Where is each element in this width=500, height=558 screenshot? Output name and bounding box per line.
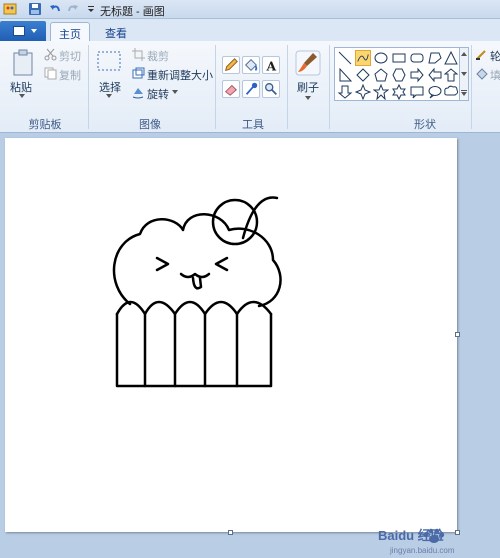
- rotate-button[interactable]: 旋转: [147, 86, 169, 102]
- group-divider: [215, 45, 216, 129]
- outline-icon: [476, 50, 486, 60]
- shapes-scrollbar[interactable]: [459, 47, 469, 101]
- brush-icon[interactable]: [295, 50, 321, 76]
- group-label-shapes: 形状: [414, 119, 436, 131]
- ribbon: 粘贴 剪切 复制 剪贴板 选择 裁剪 重新调整大小 旋转 图像 A 工具 刷子 …: [0, 41, 500, 133]
- resize-icon: [132, 67, 145, 79]
- shape-five-point-star-icon[interactable]: [373, 84, 389, 100]
- tongue: [191, 276, 203, 290]
- brushes-button[interactable]: 刷子: [297, 79, 319, 95]
- shapes-gallery: [334, 47, 460, 101]
- cherry: [211, 198, 259, 246]
- pencil-icon[interactable]: [222, 56, 240, 74]
- drawing-canvas[interactable]: [5, 138, 457, 532]
- cup-body: [115, 312, 273, 388]
- shape-fill-button[interactable]: 填: [490, 67, 500, 83]
- right-eye: [214, 256, 229, 272]
- shape-up-arrow-icon[interactable]: [443, 67, 459, 83]
- chevron-down-icon[interactable]: [172, 90, 178, 94]
- shape-polygon-icon[interactable]: [427, 50, 443, 66]
- left-eye: [155, 256, 170, 272]
- copy-button[interactable]: 复制: [59, 67, 81, 83]
- shape-down-arrow-icon[interactable]: [337, 84, 353, 100]
- cut-button[interactable]: 剪切: [59, 48, 81, 64]
- shape-outline-button[interactable]: 轮: [490, 48, 500, 64]
- group-divider: [471, 45, 472, 129]
- svg-text:A: A: [266, 58, 277, 73]
- color-picker-icon[interactable]: [242, 80, 260, 98]
- cup-top: [115, 300, 273, 316]
- rotate-icon: [132, 88, 144, 99]
- shape-hexagon-icon[interactable]: [391, 67, 407, 83]
- eraser-icon[interactable]: [222, 80, 240, 98]
- file-menu-icon: [13, 26, 25, 36]
- tab-view[interactable]: 查看: [96, 22, 136, 41]
- shape-pentagon-icon[interactable]: [373, 67, 389, 83]
- resize-button[interactable]: 重新调整大小: [147, 67, 213, 83]
- shape-right-arrow-icon[interactable]: [409, 67, 425, 83]
- shape-four-point-star-icon[interactable]: [355, 84, 371, 100]
- window-title: 无标题 - 画图: [100, 6, 165, 18]
- baidu-logo: Baidu 经验: [378, 528, 445, 543]
- text-tool-icon[interactable]: A: [262, 56, 280, 74]
- group-divider: [287, 45, 288, 129]
- shape-rectangle-icon[interactable]: [391, 50, 407, 66]
- shape-triangle-icon[interactable]: [443, 50, 459, 66]
- shape-rect-callout-icon[interactable]: [409, 84, 425, 100]
- select-icon[interactable]: [96, 50, 122, 74]
- paste-icon[interactable]: [12, 49, 34, 77]
- cupcake-drawing: [112, 196, 282, 388]
- fill-icon: [476, 68, 488, 80]
- shape-rounded-rectangle-icon[interactable]: [409, 50, 425, 66]
- shape-left-arrow-icon[interactable]: [427, 67, 443, 83]
- resize-handle-bottom[interactable]: [228, 530, 233, 535]
- baidu-watermark: Baidu 经验 jingyan.baidu.com: [376, 522, 498, 556]
- fill-bucket-icon[interactable]: [242, 56, 260, 74]
- copy-icon: [44, 67, 57, 80]
- shape-diamond-icon[interactable]: [355, 67, 371, 83]
- scroll-up-icon[interactable]: [461, 52, 467, 56]
- ribbon-tab-row: 主页 查看: [0, 19, 500, 41]
- undo-icon[interactable]: [48, 2, 62, 16]
- group-label-tools: 工具: [242, 119, 264, 131]
- shape-cloud-callout-icon[interactable]: [443, 84, 459, 100]
- shape-line-icon[interactable]: [337, 50, 353, 66]
- group-label-clipboard: 剪贴板: [28, 119, 62, 131]
- watermark-text: Baidu 经验: [378, 528, 445, 543]
- chevron-down-icon: [31, 29, 37, 33]
- tab-home[interactable]: 主页: [50, 22, 90, 41]
- scissors-icon: [44, 48, 57, 61]
- chevron-down-icon[interactable]: [106, 94, 112, 98]
- title-bar: 无标题 - 画图: [0, 0, 500, 19]
- shape-oval-icon[interactable]: [373, 50, 389, 66]
- shape-right-triangle-icon[interactable]: [337, 67, 353, 83]
- save-icon[interactable]: [28, 2, 42, 16]
- group-divider: [329, 45, 330, 129]
- paint-app-icon[interactable]: [3, 2, 17, 16]
- watermark-subtext: jingyan.baidu.com: [390, 546, 455, 555]
- magnifier-icon[interactable]: [262, 80, 280, 98]
- crop-icon: [132, 48, 145, 61]
- chevron-down-icon[interactable]: [305, 96, 311, 100]
- shape-oval-callout-icon[interactable]: [427, 84, 443, 100]
- shape-curve-icon[interactable]: [355, 50, 371, 66]
- paste-button[interactable]: 粘贴: [10, 79, 32, 95]
- select-button[interactable]: 选择: [99, 79, 121, 95]
- shape-six-point-star-icon[interactable]: [391, 84, 407, 100]
- file-menu-button[interactable]: [0, 21, 46, 41]
- crop-button[interactable]: 裁剪: [147, 48, 169, 64]
- group-label-image: 图像: [139, 119, 161, 131]
- scroll-down-icon[interactable]: [461, 72, 467, 76]
- group-divider: [88, 45, 89, 129]
- mouth: [179, 272, 211, 279]
- chevron-down-icon[interactable]: [19, 94, 25, 98]
- quick-access-dropdown-icon[interactable]: [84, 2, 98, 16]
- gallery-expand-icon[interactable]: [461, 90, 467, 96]
- resize-handle-right[interactable]: [455, 332, 460, 337]
- redo-icon[interactable]: [66, 2, 80, 16]
